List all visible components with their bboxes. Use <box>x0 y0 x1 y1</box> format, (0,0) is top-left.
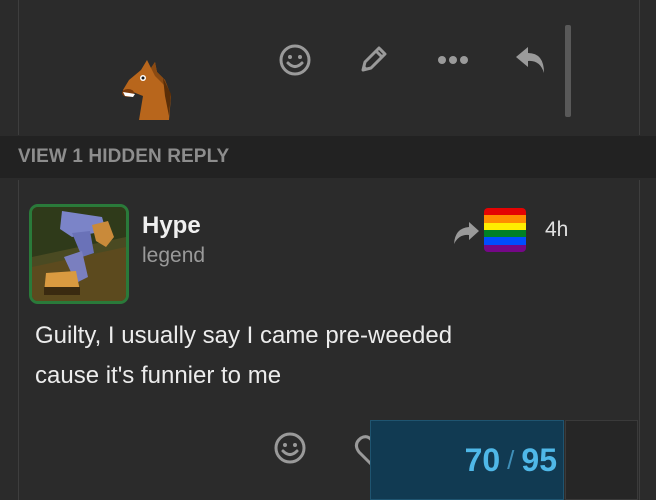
share-arrow-icon <box>451 222 481 250</box>
hidden-replies-label: VIEW 1 HIDDEN REPLY <box>18 146 230 167</box>
horse-emoji-icon <box>119 56 179 122</box>
user-title: legend <box>142 244 206 267</box>
reply-to-tab[interactable] <box>451 220 481 246</box>
post-body: Guilty, I usually say I came pre-weeded … <box>35 316 535 396</box>
progress-current: 70 <box>464 441 501 478</box>
smile-icon <box>279 44 311 76</box>
progress-expand-panel[interactable] <box>565 420 638 500</box>
username[interactable]: Hype <box>142 212 201 240</box>
rainbow-flag-icon <box>484 208 526 252</box>
reply-icon <box>514 45 548 75</box>
avatar[interactable] <box>29 204 129 304</box>
progress-separator: / <box>507 444 515 475</box>
post-date[interactable]: 4h <box>545 218 568 242</box>
reply-button[interactable] <box>511 40 551 80</box>
edit-button[interactable] <box>353 40 393 80</box>
post-progress-indicator[interactable]: 70 / 95 <box>370 420 564 500</box>
more-button[interactable] <box>433 40 473 80</box>
like-button[interactable] <box>275 40 315 80</box>
timeline-scroll-handle[interactable] <box>565 25 571 117</box>
ellipsis-icon <box>437 55 469 65</box>
pencil-icon <box>357 44 389 76</box>
like-button[interactable] <box>274 432 306 469</box>
progress-total: 95 <box>521 441 557 478</box>
post-body-line: cause it's funnier to me <box>35 362 282 389</box>
view-hidden-replies-button[interactable]: VIEW 1 HIDDEN REPLY <box>0 136 656 178</box>
previous-post <box>18 0 640 135</box>
smile-icon <box>274 432 306 468</box>
post-body-line: Guilty, I usually say I came pre-weeded <box>35 322 453 349</box>
